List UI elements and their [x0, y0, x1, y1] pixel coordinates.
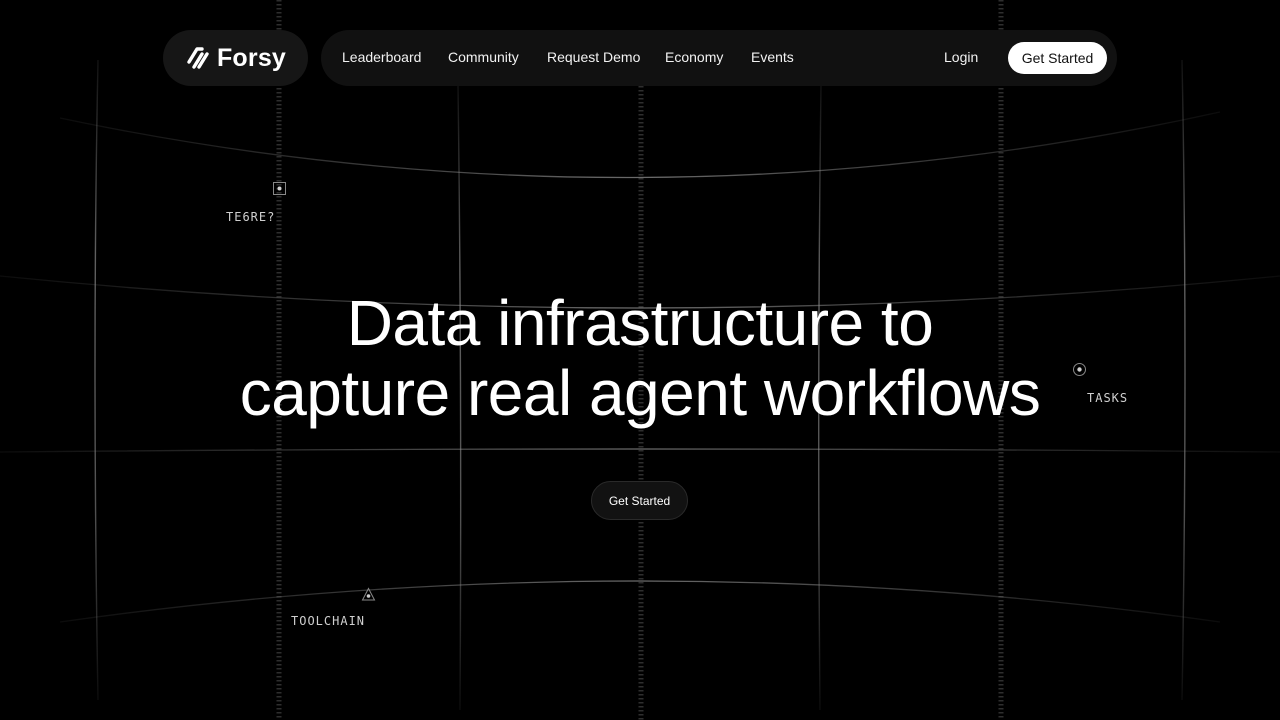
top-navigation: Leaderboard Community Request Demo Econo…	[321, 30, 1117, 86]
brand-name: Forsy	[216, 43, 287, 72]
nav-item-request-demo[interactable]: Request Demo	[547, 49, 640, 65]
triangle-target-icon	[361, 587, 376, 601]
brand-logo[interactable]: Forsy	[163, 30, 308, 86]
marker-label-toolchain: TOOLCHAIN	[291, 614, 366, 628]
square-target-icon	[273, 182, 286, 195]
nav-item-leaderboard[interactable]: Leaderboard	[342, 49, 421, 65]
get-started-nav-button[interactable]: Get Started	[1008, 42, 1107, 74]
hero-title-line-1: Data infrastructure to	[346, 287, 934, 359]
nav-item-economy[interactable]: Economy	[665, 49, 723, 65]
hero-title: Data infrastructure to capture real agen…	[140, 288, 1140, 428]
marker-label-te6re: TE6RE?	[226, 210, 276, 224]
get-started-hero-button[interactable]: Get Started	[591, 481, 688, 520]
marker-label-tasks: TASKS	[1087, 391, 1129, 405]
hero-title-line-2: capture real agent workflows	[239, 357, 1041, 429]
nav-item-community[interactable]: Community	[448, 49, 519, 65]
circle-target-icon	[1073, 363, 1086, 376]
forsy-logo-icon	[187, 47, 209, 69]
nav-item-events[interactable]: Events	[751, 49, 794, 65]
login-link[interactable]: Login	[944, 49, 978, 65]
